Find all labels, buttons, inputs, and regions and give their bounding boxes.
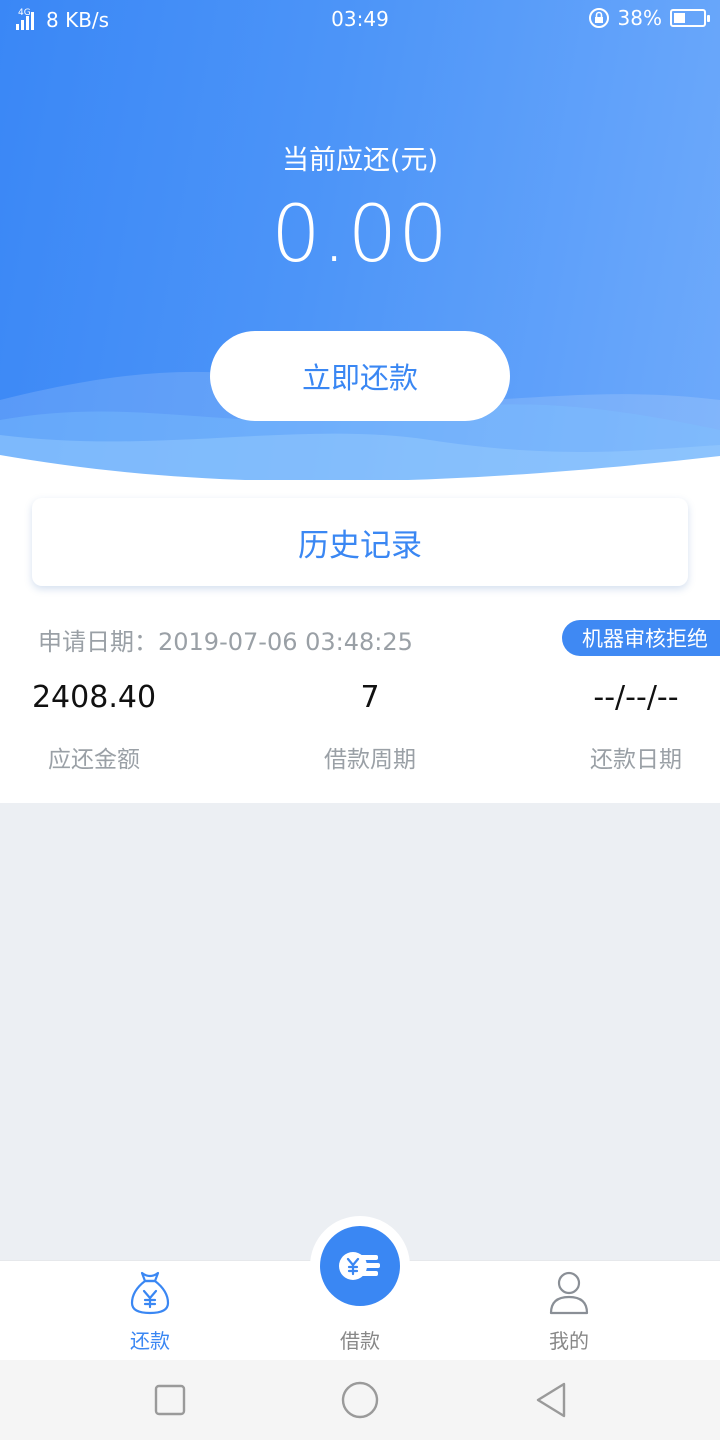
apply-date-value: 2019-07-06 03:48:25: [158, 628, 413, 656]
user-icon: [549, 1271, 589, 1315]
borrow-fab-button[interactable]: [320, 1226, 400, 1306]
status-badge: 机器审核拒绝: [562, 620, 720, 656]
stat-label: 还款日期: [590, 747, 682, 773]
rotation-lock-icon: [588, 8, 609, 28]
tab-label: 借款: [340, 1329, 380, 1353]
stat-value: 7: [360, 680, 380, 715]
due-amount-value: 0.00: [271, 190, 449, 280]
tab-repay[interactable]: 还款: [90, 1261, 210, 1361]
stat-value: --/--/--: [593, 680, 679, 715]
battery-icon: [670, 9, 710, 27]
stat-amount-due: 2408.40 应还金额: [18, 678, 170, 774]
coin-stack-icon: [339, 1252, 380, 1280]
square-recents-icon[interactable]: [148, 1378, 192, 1422]
stat-loan-period: 7 借款周期: [294, 678, 446, 774]
status-bar: 4G 8 KB/s 03:49 38%: [0, 0, 720, 40]
tab-label: 还款: [130, 1329, 170, 1353]
repay-now-button[interactable]: 立即还款: [210, 331, 510, 421]
tab-label: 我的: [549, 1329, 589, 1353]
battery-fill: [674, 13, 685, 23]
hero-banner: 4G 8 KB/s 03:49 38% 当前应还(元) 0.00 立即还款: [0, 0, 720, 500]
circle-home-icon[interactable]: [338, 1378, 382, 1422]
tab-mine[interactable]: 我的: [509, 1261, 629, 1361]
money-bag-icon: [130, 1271, 170, 1315]
due-amount-label: 当前应还(元): [281, 145, 439, 176]
apply-date-row: 申请日期：2019-07-06 03:48:25: [38, 622, 413, 657]
battery-percent: 38%: [617, 6, 662, 30]
system-navigation-bar: [0, 1360, 720, 1440]
triangle-back-icon[interactable]: [528, 1378, 572, 1422]
stat-repay-date: --/--/-- 还款日期: [560, 678, 712, 774]
apply-date-label: 申请日期：: [38, 628, 158, 656]
stat-label: 应还金额: [48, 747, 140, 773]
stat-label: 借款周期: [324, 747, 416, 773]
stat-value: 2408.40: [31, 680, 157, 715]
history-button[interactable]: 历史记录: [32, 498, 688, 586]
